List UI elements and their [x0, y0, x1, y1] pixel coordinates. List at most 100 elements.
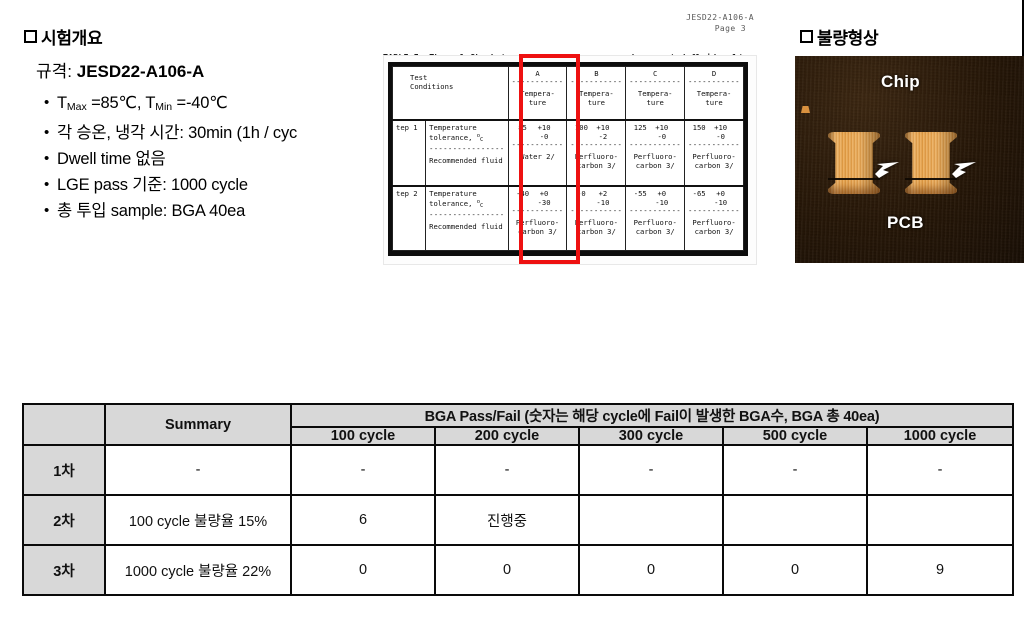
summary-row-2-cycle-200: 진행중 — [434, 494, 580, 546]
summary-row-3-cycle-300: 0 — [578, 544, 724, 596]
summary-row-label-1: 1차 — [22, 444, 106, 496]
scan-step2-val-c: -55 +0 -10 ----------- Perfluoro-carbon … — [625, 184, 686, 251]
summary-table-header-row-1: Summary BGA Pass/Fail (숫자는 해당 cycle에 Fai… — [22, 403, 1014, 446]
scan-step2-label: tep 2 — [391, 184, 427, 251]
scan-step2-c-num: -55 +0 -10 — [629, 189, 681, 207]
scan-test-conditions-label: Test Conditions — [410, 73, 454, 91]
tmax-value: =85℃, — [86, 94, 146, 112]
tmin-subscript: Min — [155, 101, 173, 113]
bullet-item-sample-count: 총 투입 sample: BGA 40ea — [44, 198, 364, 224]
summary-row-1-cycle-300: - — [578, 444, 724, 496]
summary-row-1-cycle-1000: - — [866, 444, 1014, 496]
defect-heading-label: 불량형상 — [817, 29, 879, 48]
scan-step2-param: Temperature tolerance, oC ---------------… — [425, 184, 509, 251]
scan-step2-c-value: -55 — [633, 188, 647, 198]
overview-bullet-list: TMax =85℃, TMin =-40℃ 각 승온, 냉각 시간: 30min… — [44, 90, 364, 224]
scan-col-header-d: D ----------- Tempera-ture — [684, 66, 744, 121]
tmin-symbol: T — [145, 94, 156, 112]
summary-row-label-2: 2차 — [22, 494, 106, 546]
scan-step2-b-tol-hi: +2 — [598, 188, 608, 198]
scan-step2-val-d: -65 +0 -10 ----------- Perfluoro-carbon … — [684, 184, 744, 251]
scan-step1-param-text: Temperature tolerance, oC — [429, 123, 484, 144]
scan-step2-c-dash: ----------- — [629, 207, 682, 215]
scan-step2-c-tol-hi: +0 — [657, 188, 667, 198]
scan-step2-c-tol-lo: -10 — [655, 197, 669, 207]
square-bullet-icon — [24, 30, 37, 43]
summary-row-2-cycle-300 — [578, 494, 724, 546]
table-row: 3차 1000 cycle 불량율 22% 0 0 0 0 9 — [22, 544, 1014, 596]
spec-line: 규격: JESD22-A106-A — [36, 63, 204, 80]
scan-dash-d: ----------- — [688, 79, 740, 86]
defect-heading: 불량형상 — [800, 29, 879, 48]
scan-step1-fluid-label: Recommended fluid — [429, 156, 503, 166]
scan-test-conditions-cell: Test Conditions — [392, 66, 509, 121]
summary-header-cycle-1000: 1000 cycle — [866, 426, 1014, 446]
summary-header-cycle-500: 500 cycle — [722, 426, 868, 446]
scan-step1-d-num: 150 +10 -0 — [688, 123, 740, 141]
bga-summary-table: Summary BGA Pass/Fail (숫자는 해당 cycle에 Fai… — [22, 403, 1014, 596]
scan-document-reference: JESD22-A106-A Page 3 — [686, 12, 754, 34]
scan-step2-param-text: Temperature tolerance, oC — [429, 188, 484, 209]
spec-value: JESD22-A106-A — [76, 62, 205, 81]
scan-docref-standard: JESD22-A106-A — [686, 13, 754, 22]
scan-step1-d-dash: ----------- — [688, 142, 740, 150]
summary-row-3-cycle-200: 0 — [434, 544, 580, 596]
tmax-subscript: Max — [66, 101, 87, 113]
overview-heading: 시험개요 — [24, 29, 103, 48]
summary-row-1-cycle-500: - — [722, 444, 868, 496]
scan-step1-c-tol-hi: +10 — [655, 123, 669, 133]
square-bullet-icon — [800, 30, 813, 43]
scan-step1-c-num: 125 +10 -0 — [629, 123, 681, 141]
scan-step2-c-tol: +0 -10 — [655, 189, 668, 207]
summary-corner-cell — [22, 403, 106, 446]
summary-row-2-cycle-1000 — [866, 494, 1014, 546]
scan-step1-b-tol-hi: +10 — [596, 123, 610, 133]
table-row: 2차 100 cycle 불량율 15% 6 진행중 — [22, 494, 1014, 546]
summary-row-1-cycle-200: - — [434, 444, 580, 496]
scan-step2-c-fluid: Perfluoro-carbon 3/ — [633, 217, 677, 236]
scan-step1-b-tol: +10 -2 — [596, 123, 609, 141]
scan-step2-d-tol-hi: +0 — [716, 188, 725, 198]
table-row: 1차 - - - - - - — [22, 444, 1014, 496]
scan-step1-c-value: 125 — [633, 123, 647, 133]
scan-step1-d-tol-lo: -0 — [716, 132, 725, 142]
scan-step1-c-fluid: Perfluoro-carbon 3/ — [633, 152, 677, 171]
scan-step1-dash: ---------------- — [429, 146, 505, 154]
bullet-item-dwell-time: Dwell time 없음 — [44, 146, 364, 172]
scan-step2-b-tol: +2 -10 — [596, 189, 609, 207]
scan-step2-d-tol-lo: -10 — [714, 197, 728, 207]
summary-header-cycle-200: 200 cycle — [434, 426, 580, 446]
summary-row-2-cycle-500 — [722, 494, 868, 546]
scan-step2-d-dash: ----------- — [688, 207, 740, 215]
scan-dash-c: ----------- — [629, 79, 682, 86]
summary-row-3-cycle-100: 0 — [290, 544, 436, 596]
pointer-arrow-icon — [952, 162, 976, 178]
summary-header-cycle-300: 300 cycle — [578, 426, 724, 446]
tmin-value: =-40℃ — [172, 94, 228, 112]
scan-col-unit-c: Tempera-ture — [637, 89, 673, 107]
scan-step1-b-tol-lo: -2 — [598, 132, 608, 142]
summary-header-cycle-100: 100 cycle — [290, 426, 436, 446]
scan-step1-val-d: 150 +10 -0 ----------- Perfluoro-carbon … — [684, 119, 744, 187]
scan-step1-c-tol-lo: -0 — [657, 132, 667, 142]
summary-row-label-3: 3차 — [22, 544, 106, 596]
summary-header-summary: Summary — [104, 403, 292, 446]
column-a-highlight-box — [519, 54, 580, 264]
scan-col-letter-d: D — [711, 69, 717, 78]
scan-step1-c-tol: +10 -0 — [655, 123, 668, 141]
bullet-item-ramp-time: 각 승온, 냉각 시간: 30min (1h / cyc — [44, 120, 364, 146]
scan-step2-b-tol-lo: -10 — [596, 197, 610, 207]
overview-heading-label: 시험개요 — [41, 29, 103, 48]
summary-row-2-cycle-100: 6 — [290, 494, 436, 546]
scan-col-letter-b: B — [594, 69, 599, 78]
summary-row-3-cycle-500: 0 — [722, 544, 868, 596]
summary-row-1-summary: - — [104, 444, 292, 496]
scan-step2-dash: ---------------- — [429, 211, 505, 219]
summary-header-group: BGA Pass/Fail (숫자는 해당 cycle에 Fail이 발생한 B… — [290, 403, 1014, 428]
summary-row-3-cycle-1000: 9 — [866, 544, 1014, 596]
scan-step2-d-num: -65 +0 -10 — [688, 189, 740, 207]
tmax-symbol: T — [57, 94, 67, 112]
summary-row-1-cycle-100: - — [290, 444, 436, 496]
spec-label: 규격: — [36, 62, 77, 81]
scan-step2-d-fluid: Perfluoro-carbon 3/ — [692, 217, 736, 236]
